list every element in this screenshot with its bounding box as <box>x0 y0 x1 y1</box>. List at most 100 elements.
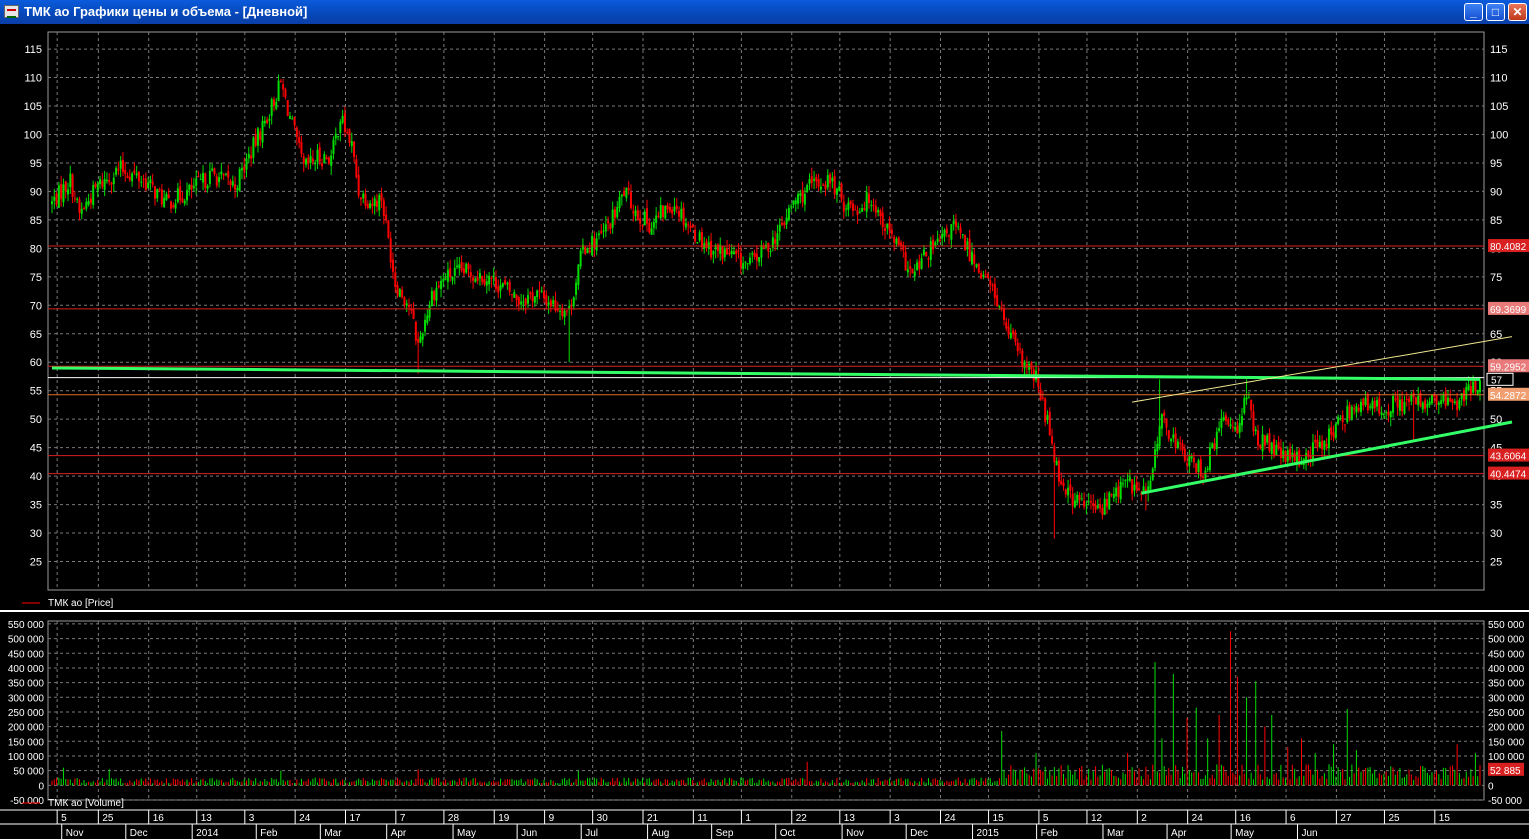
candle-down-body <box>968 238 971 262</box>
volume-panel[interactable]: -50 000-50 0000050 00050 000100 000100 0… <box>0 610 1529 807</box>
candle-down-body <box>504 280 507 285</box>
candle-down-body <box>945 228 948 234</box>
candle-down-body <box>89 198 92 204</box>
day-label: 25 <box>102 813 114 824</box>
candle-up-body <box>1073 500 1076 508</box>
close-button[interactable]: ✕ <box>1508 3 1527 21</box>
candle-down-body <box>1117 486 1120 497</box>
candle-up-body <box>69 173 72 188</box>
candle-down-body <box>1353 408 1356 410</box>
candle-up-body <box>913 271 916 277</box>
candle-down-body <box>1343 424 1346 426</box>
candle-down-body <box>671 209 674 214</box>
maximize-button[interactable]: □ <box>1486 3 1505 21</box>
candle-up-body <box>506 283 509 285</box>
candle-down-body <box>515 294 518 301</box>
candle-down-body <box>327 157 330 164</box>
candle-down-body <box>1041 397 1044 399</box>
candle-up-body <box>147 182 150 189</box>
minimize-button[interactable]: _ <box>1464 3 1483 21</box>
day-label: 15 <box>1439 813 1451 824</box>
candle-down-body <box>433 291 436 301</box>
candle-down-body <box>980 273 983 279</box>
candle-down-body <box>1401 399 1404 412</box>
candle-up-body <box>135 173 138 176</box>
candle-up-body <box>67 189 70 195</box>
candle-down-body <box>822 184 825 186</box>
volume-tick-label-right: 550 000 <box>1488 620 1525 631</box>
price-tick-label-right: 35 <box>1490 500 1502 512</box>
candle-down-body <box>517 297 520 305</box>
candle-down-body <box>954 221 957 227</box>
candle-up-body <box>748 257 751 264</box>
candle-up-body <box>446 269 449 282</box>
candle-down-body <box>227 171 230 178</box>
candle-up-body <box>920 258 923 269</box>
volume-tick-label-right: 150 000 <box>1488 737 1525 748</box>
day-label: 9 <box>549 813 555 824</box>
candle-up-body <box>240 167 243 171</box>
candle-up-body <box>337 136 340 138</box>
price-panel[interactable]: 2525303035354040454550505555606065657070… <box>22 31 1529 604</box>
candle-up-body <box>835 188 838 195</box>
price-legend: ТМК ао [Price] <box>48 598 114 609</box>
candle-up-body <box>112 177 115 185</box>
candle-down-body <box>691 225 694 228</box>
price-tick-label-right: 30 <box>1490 528 1502 540</box>
candle-down-body <box>1259 444 1262 449</box>
price-volume-chart[interactable]: 2525303035354040454550505555606065657070… <box>0 24 1529 839</box>
candle-down-body <box>959 227 962 234</box>
candle-down-body <box>254 134 257 146</box>
candle-down-body <box>412 309 415 319</box>
candle-up-body <box>787 207 790 221</box>
candle-down-body <box>774 239 777 244</box>
price-tick-label-right: 105 <box>1490 101 1508 113</box>
price-tick-label-left: 50 <box>30 414 42 426</box>
day-label: 13 <box>844 813 856 824</box>
candle-down-body <box>881 212 884 228</box>
candle-up-body <box>1085 504 1088 506</box>
candle-down-body <box>1424 400 1427 409</box>
candle-down-body <box>565 310 568 312</box>
candle-down-body <box>1314 439 1317 443</box>
candle-down-body <box>151 182 154 185</box>
candle-down-body <box>460 261 463 271</box>
candle-down-body <box>897 237 900 245</box>
candle-down-body <box>1092 502 1095 507</box>
candle-down-body <box>1021 350 1024 367</box>
candle-up-body <box>1440 400 1443 404</box>
candle-up-body <box>291 118 294 120</box>
candle-up-body <box>350 141 353 147</box>
candle-up-body <box>581 244 584 250</box>
candle-up-body <box>616 207 619 218</box>
candle-up-body <box>373 198 376 207</box>
candle-up-body <box>186 190 189 201</box>
candle-down-body <box>259 131 262 141</box>
candle-up-body <box>1170 438 1173 442</box>
candle-up-body <box>732 251 735 255</box>
month-label: Nov <box>846 828 864 839</box>
candle-down-body <box>490 277 493 280</box>
candle-down-body <box>694 229 697 242</box>
candle-up-body <box>577 264 580 286</box>
candle-down-body <box>1462 390 1465 402</box>
candle-up-body <box>442 279 445 282</box>
candle-down-body <box>1321 440 1324 450</box>
candle-down-body <box>170 201 172 209</box>
candle-down-body <box>382 200 385 216</box>
candle-up-body <box>277 80 280 101</box>
candle-down-body <box>851 203 854 211</box>
volume-tick-label-right: 0 <box>1488 781 1494 792</box>
candle-up-body <box>270 99 273 116</box>
candle-down-body <box>1268 433 1271 452</box>
candle-up-body <box>776 233 779 248</box>
candle-up-body <box>664 205 667 219</box>
candle-up-body <box>220 171 223 175</box>
candle-up-body <box>1076 494 1079 504</box>
volume-tick-label-right: 450 000 <box>1488 649 1525 660</box>
candle-down-body <box>1362 398 1365 406</box>
candle-down-body <box>840 183 843 200</box>
candle-up-body <box>1172 434 1175 439</box>
candle-up-body <box>1055 460 1058 466</box>
candle-up-body <box>1154 449 1157 468</box>
